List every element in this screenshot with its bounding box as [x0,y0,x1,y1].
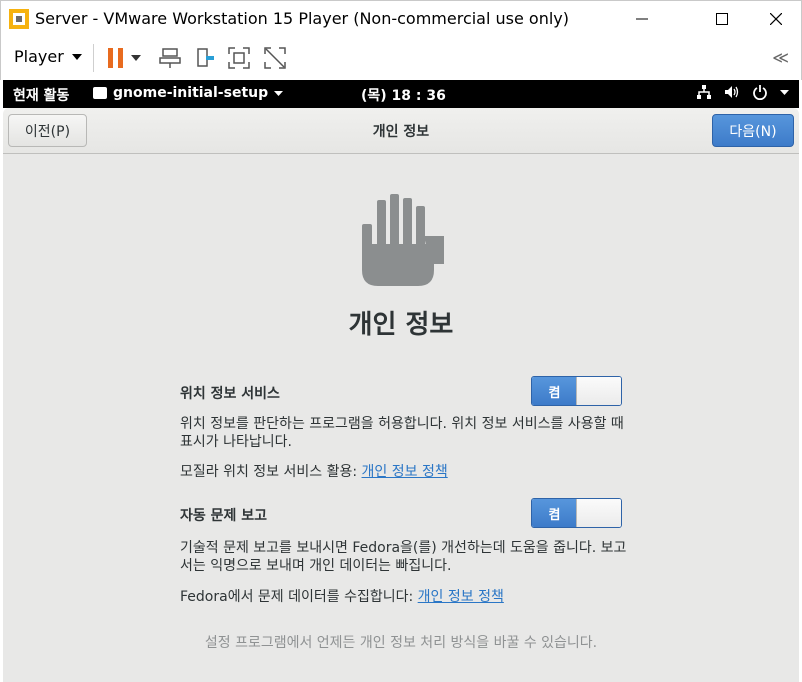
switch-on-label: 켬 [532,377,577,405]
chevron-down-icon [274,90,284,96]
gnome-top-bar: 현재 활동 gnome-initial-setup (목) 18 : 36 [3,80,799,108]
setup-header-bar: 이전(P) 개인 정보 다음(N) [3,108,799,154]
activities-button[interactable]: 현재 활동 [13,85,69,105]
dropdown-arrow-icon [71,53,82,60]
window-icon [93,87,107,99]
location-policy-line: 모질라 위치 정보 서비스 활용: 개인 정보 정책 [180,461,448,481]
maximize-button[interactable] [699,1,745,36]
location-services-description: 위치 정보를 판단하는 프로그램을 허용합니다. 위치 정보 서비스를 사용할 … [180,416,624,450]
window-title-bar: Server - VMware Workstation 15 Player (N… [0,0,802,36]
vmware-logo-icon [9,9,29,29]
pause-dropdown-icon[interactable] [129,46,143,70]
power-icon [753,85,767,100]
app-menu-label: gnome-initial-setup [113,85,269,101]
player-menu-label: Player [14,47,64,66]
status-menu[interactable] [696,84,789,100]
clock[interactable]: (목) 18 : 36 [361,85,446,105]
pause-icon[interactable] [104,46,128,70]
problem-policy-line: Fedora에서 문제 데이터를 수집합니다: 개인 정보 정책 [180,586,504,606]
send-ctrl-alt-del-icon[interactable] [158,46,182,70]
problem-reporting-title: 자동 문제 보고 [180,508,268,524]
collapse-toolbar-icon[interactable]: ≪ [772,48,789,67]
volume-icon [725,86,739,98]
next-button[interactable]: 다음(N) [712,114,794,147]
window-title: Server - VMware Workstation 15 Player (N… [35,9,570,28]
location-services-title: 위치 정보 서비스 [180,386,280,402]
switch-knob[interactable] [576,377,621,405]
app-menu[interactable]: gnome-initial-setup [93,85,284,101]
problem-reporting-switch[interactable]: 켬 [531,498,622,528]
privacy-page: 개인 정보 위치 정보 서비스 켬 위치 정보를 판단하는 프로그램을 허용합니… [3,154,799,682]
unity-icon[interactable] [263,46,287,70]
switch-on-label: 켬 [532,499,577,527]
fullscreen-icon[interactable] [227,46,251,70]
close-button[interactable] [753,1,799,36]
switch-knob[interactable] [576,499,621,527]
network-wired-icon [697,85,711,99]
footer-note: 설정 프로그램에서 언제든 개인 정보 처리 방식을 바꿀 수 있습니다. [204,635,598,651]
location-policy-prefix: 모질라 위치 정보 서비스 활용: [180,464,362,480]
toolbar-separator [93,44,94,72]
page-heading: 개인 정보 [348,310,454,340]
location-privacy-policy-link[interactable]: 개인 정보 정책 [362,464,448,480]
problem-privacy-policy-link[interactable]: 개인 정보 정책 [418,589,504,605]
removable-devices-icon[interactable] [194,46,218,70]
privacy-hand-icon [358,194,446,290]
chevron-down-icon [780,89,789,95]
minimize-button[interactable] [619,1,665,36]
problem-reporting-description: 기술적 문제 보고를 보내시면 Fedora을(를) 개선하는데 도움을 줍니다… [180,540,627,574]
header-title: 개인 정보 [372,124,430,140]
location-services-switch[interactable]: 켬 [531,376,622,406]
problem-policy-prefix: Fedora에서 문제 데이터를 수집합니다: [180,589,418,605]
vmware-toolbar: Player ≪ [0,36,802,80]
player-menu-button[interactable]: Player [14,47,82,66]
